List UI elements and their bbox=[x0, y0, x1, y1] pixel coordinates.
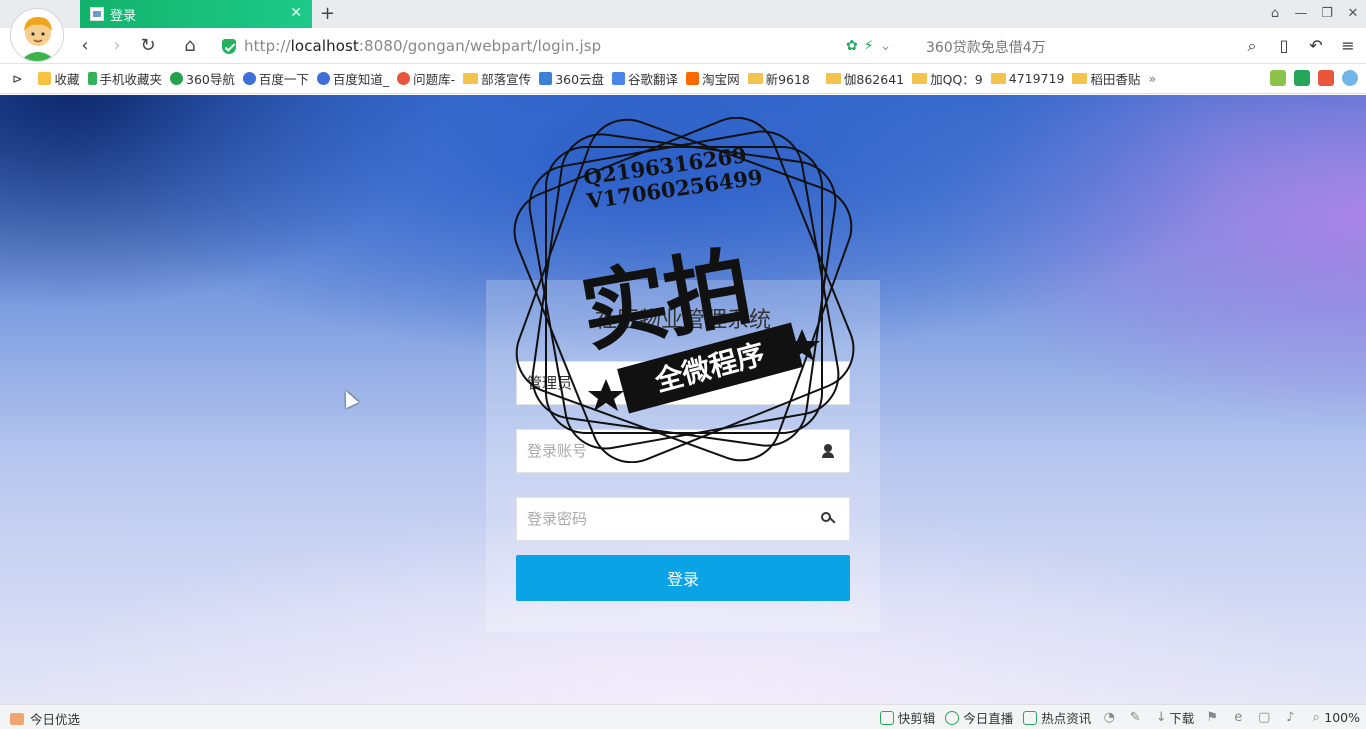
search-icon[interactable]: ⌕ bbox=[1242, 35, 1262, 57]
folder-icon bbox=[825, 73, 841, 84]
restore-button[interactable]: ❐ bbox=[1314, 0, 1340, 28]
page-favicon-icon bbox=[90, 7, 104, 21]
phone-icon bbox=[87, 72, 97, 85]
sidebar-toggle-icon[interactable]: ⊳ bbox=[12, 71, 22, 86]
status-left[interactable]: 今日优选 bbox=[10, 709, 80, 728]
address-bar[interactable]: http://localhost:8080/gongan/webpart/log… bbox=[216, 32, 916, 60]
ie-icon[interactable]: e bbox=[1230, 710, 1246, 725]
undo-icon[interactable]: ↶ bbox=[1306, 35, 1326, 57]
tv-icon[interactable] bbox=[1318, 70, 1334, 86]
mouse-cursor-icon bbox=[339, 387, 359, 409]
login-button[interactable]: 登录 bbox=[516, 555, 850, 601]
folder-icon bbox=[1072, 73, 1088, 84]
key-icon bbox=[821, 512, 835, 526]
compat-mode-icon[interactable]: ✿ bbox=[846, 38, 858, 54]
live-button[interactable]: 今日直播 bbox=[945, 708, 1013, 727]
home-icon[interactable]: ⌂ bbox=[179, 35, 201, 57]
secure-shield-icon bbox=[222, 38, 236, 54]
star-icon bbox=[38, 72, 52, 85]
bookmarks-bar: ⊳ 收藏 手机收藏夹 360导航 百度一下 百度知道_ 问题库- 部落宣传 36… bbox=[0, 64, 1366, 94]
close-window-button[interactable]: ✕ bbox=[1340, 0, 1366, 28]
bookmark-folder[interactable]: 稻田香贴 bbox=[1072, 69, 1140, 88]
navigation-bar: ‹ › ↻ ⌂ http://localhost:8080/gongan/web… bbox=[0, 28, 1366, 64]
status-bar: 今日优选 快剪辑 今日直播 热点资讯 ◔ ✎ ↓ 下载 ⚑ e ▢ ♪ ⌕ 100% bbox=[0, 704, 1366, 729]
user-avatar[interactable] bbox=[10, 8, 64, 62]
toolbar-right: ⌕ ▯ ↶ ≡ bbox=[1242, 35, 1358, 57]
back-icon[interactable]: ‹ bbox=[74, 35, 96, 57]
news-button[interactable]: 热点资讯 bbox=[1023, 708, 1091, 727]
bookmarks-more[interactable]: » bbox=[1148, 71, 1156, 86]
speed-mode-icon[interactable]: ⚡ bbox=[864, 38, 874, 54]
sound-icon[interactable]: ♪ bbox=[1282, 710, 1298, 725]
forward-icon[interactable]: › bbox=[106, 35, 128, 57]
daily-picks-label: 今日优选 bbox=[30, 712, 81, 727]
bookmark-folder[interactable]: 部落宣传 bbox=[463, 69, 531, 88]
reader-icon[interactable] bbox=[1294, 70, 1310, 86]
tab-strip: 登录 ✕ + ⌂ — ❐ ✕ bbox=[0, 0, 1366, 28]
bookmark-item[interactable]: 百度一下 bbox=[242, 69, 309, 88]
app-grid-icon[interactable] bbox=[1270, 70, 1286, 86]
password-input[interactable] bbox=[517, 498, 849, 540]
quick-edit-button[interactable]: 快剪辑 bbox=[879, 708, 935, 727]
bookmark-item[interactable]: 收藏 bbox=[38, 69, 80, 88]
close-tab-icon[interactable]: ✕ bbox=[290, 5, 302, 21]
translate-icon bbox=[612, 72, 626, 85]
360-icon bbox=[170, 72, 184, 85]
zoom-icon: ⌕ bbox=[1312, 709, 1320, 725]
taobao-icon bbox=[686, 72, 700, 85]
window-icon[interactable]: ▢ bbox=[1256, 710, 1272, 725]
tab-login[interactable]: 登录 ✕ bbox=[80, 0, 312, 28]
cloud-icon bbox=[539, 72, 553, 85]
baidu-paw-icon bbox=[316, 72, 330, 85]
dropdown-chevron-icon[interactable]: ⌄ bbox=[880, 38, 892, 54]
download-button[interactable]: ↓ 下载 bbox=[1153, 708, 1194, 727]
bookmark-item[interactable]: 手机收藏夹 bbox=[87, 69, 162, 88]
folder-icon bbox=[747, 73, 763, 84]
bookmark-item[interactable]: 淘宝网 bbox=[686, 69, 740, 88]
bookmark-folder[interactable]: 4719719 bbox=[990, 71, 1064, 86]
bookmark-item[interactable]: 百度知道_ bbox=[316, 69, 389, 88]
bookmark-folder[interactable]: 伽862641 bbox=[825, 69, 904, 88]
new-tab-button[interactable]: + bbox=[320, 3, 335, 24]
play-icon bbox=[879, 710, 894, 725]
bookmark-folder[interactable]: 加QQ：9 bbox=[912, 69, 983, 88]
bookmark-item[interactable]: 360云盘 bbox=[539, 69, 604, 88]
account-field[interactable] bbox=[516, 429, 850, 473]
url-text[interactable]: http://localhost:8080/gongan/webpart/log… bbox=[244, 37, 601, 55]
password-field[interactable] bbox=[516, 497, 850, 541]
folder-icon bbox=[912, 73, 928, 84]
download-icon: ↓ bbox=[1155, 709, 1167, 725]
s-logo-icon bbox=[397, 72, 411, 85]
bookmark-icon[interactable]: ▯ bbox=[1274, 35, 1294, 57]
search-suggestion[interactable]: 360贷款免息借4万 bbox=[926, 37, 1046, 57]
user-icon bbox=[821, 444, 835, 458]
address-bar-tools: ✿ ⚡ ⌄ bbox=[846, 38, 891, 54]
bookmark-item[interactable]: 360导航 bbox=[170, 69, 235, 88]
menu-icon[interactable]: ≡ bbox=[1338, 35, 1358, 57]
folder-icon bbox=[463, 73, 479, 84]
bookmark-item[interactable]: 谷歌翻译 bbox=[612, 69, 678, 88]
window-controls: ⌂ — ❐ ✕ bbox=[1262, 0, 1366, 28]
tab-title: 登录 bbox=[110, 8, 137, 24]
pin-icon[interactable]: ✎ bbox=[1127, 710, 1143, 725]
live-icon bbox=[945, 710, 960, 725]
zoom-lens-icon[interactable] bbox=[1342, 70, 1358, 86]
status-right: 快剪辑 今日直播 热点资讯 ◔ ✎ ↓ 下载 ⚑ e ▢ ♪ ⌕ 100% bbox=[879, 708, 1360, 727]
folder-icon bbox=[990, 73, 1006, 84]
baidu-paw-icon bbox=[242, 72, 256, 85]
bookmark-item[interactable]: 问题库- bbox=[397, 69, 455, 88]
skin-icon[interactable]: ⌂ bbox=[1262, 0, 1288, 28]
reload-icon[interactable]: ↻ bbox=[137, 35, 159, 57]
gift-icon bbox=[10, 712, 24, 725]
news-icon bbox=[1023, 710, 1038, 725]
account-input[interactable] bbox=[517, 430, 849, 472]
flag-icon[interactable]: ⚑ bbox=[1204, 710, 1220, 725]
bookmark-folder[interactable]: 新9618 bbox=[747, 69, 810, 88]
speed-icon[interactable]: ◔ bbox=[1101, 710, 1117, 725]
zoom-control[interactable]: ⌕ 100% bbox=[1308, 710, 1360, 725]
minimize-button[interactable]: — bbox=[1288, 0, 1314, 28]
extensions bbox=[1270, 70, 1358, 86]
